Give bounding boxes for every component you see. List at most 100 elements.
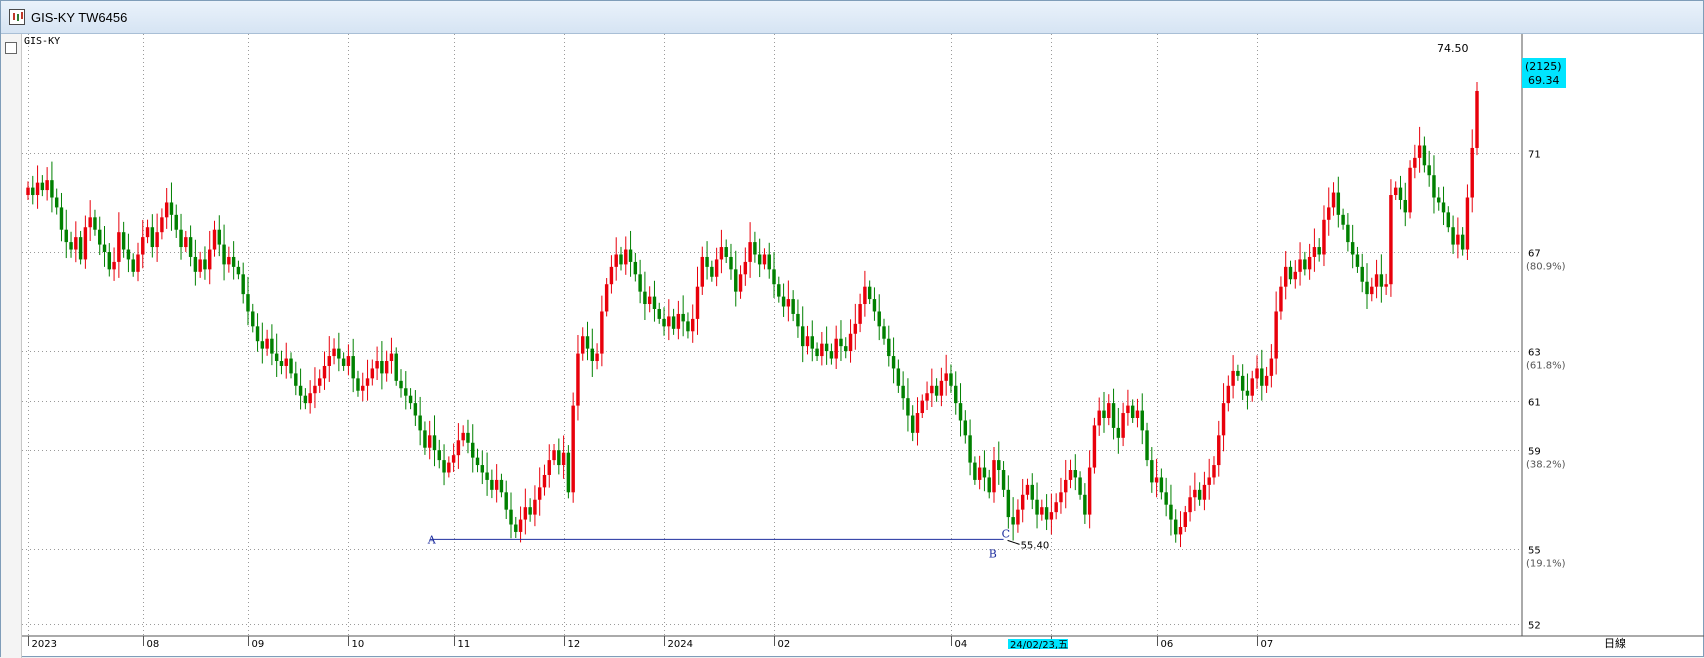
candle-body bbox=[872, 299, 877, 312]
candle-body bbox=[628, 249, 633, 262]
candle-body bbox=[1183, 512, 1188, 527]
candle-body bbox=[676, 313, 681, 329]
time-tick-label: 08 bbox=[147, 639, 160, 649]
candle-body bbox=[475, 457, 480, 466]
candle-body bbox=[208, 249, 212, 270]
candle-body bbox=[212, 229, 217, 250]
candle-body bbox=[1016, 509, 1020, 525]
candle-body bbox=[78, 237, 83, 260]
candle-body bbox=[31, 187, 35, 196]
candle-body bbox=[241, 274, 245, 295]
candle-body bbox=[370, 368, 375, 379]
candle-body bbox=[260, 341, 265, 349]
candle-body bbox=[1307, 256, 1312, 270]
candle-body bbox=[781, 296, 786, 307]
candle-body bbox=[514, 524, 518, 532]
candle-body bbox=[824, 343, 829, 352]
candle-body bbox=[59, 207, 64, 230]
candle-body bbox=[251, 311, 255, 327]
candle-body bbox=[1451, 227, 1455, 245]
candle-body bbox=[1331, 192, 1336, 208]
candle-body bbox=[1044, 507, 1049, 520]
candle-body bbox=[1035, 499, 1039, 515]
window-titlebar[interactable]: GIS-KY TW6456 bbox=[1, 1, 1703, 34]
price-tick-label: 55 bbox=[1528, 546, 1541, 557]
candle-body bbox=[169, 202, 174, 215]
candle-body bbox=[499, 479, 504, 493]
candle-body bbox=[193, 256, 198, 272]
candle-body bbox=[160, 217, 164, 233]
candle-body bbox=[609, 266, 614, 285]
candle-body bbox=[882, 326, 886, 339]
candle-body bbox=[1432, 175, 1436, 198]
candle-body bbox=[356, 378, 360, 391]
candle-body bbox=[1221, 403, 1226, 436]
time-tick-label: 12 bbox=[568, 639, 581, 649]
candle-body bbox=[891, 356, 896, 369]
candle-body bbox=[1097, 410, 1101, 426]
candle-body bbox=[432, 435, 437, 451]
candle-body bbox=[863, 286, 867, 305]
candle-body bbox=[136, 254, 140, 272]
candle-body bbox=[255, 326, 260, 342]
candle-body bbox=[1475, 90, 1479, 148]
candle-body bbox=[1030, 484, 1034, 500]
candle-body bbox=[480, 465, 485, 473]
candle-body bbox=[509, 509, 513, 525]
candle-body bbox=[1408, 167, 1412, 213]
candle-body bbox=[394, 353, 398, 381]
candle-body bbox=[404, 388, 408, 396]
candle-body bbox=[50, 180, 54, 198]
candlestick-chart[interactable]: 55.40 A BC 71 67 (80.9%) 63 (61.8%) 61 59 (38.2%)… bbox=[22, 34, 1704, 649]
candle-body bbox=[1226, 385, 1231, 404]
candle-body bbox=[399, 380, 403, 389]
candle-body bbox=[906, 398, 910, 416]
candle-body bbox=[638, 274, 642, 292]
candle-body bbox=[1269, 358, 1274, 376]
candle-body bbox=[1250, 378, 1254, 396]
candle-body bbox=[671, 316, 676, 329]
candle-body bbox=[303, 395, 308, 404]
candle-body bbox=[595, 353, 599, 362]
candle-body bbox=[1393, 187, 1398, 196]
candle-body bbox=[934, 385, 939, 396]
candle-body bbox=[1370, 286, 1374, 295]
candle-body bbox=[270, 338, 274, 354]
candle-body bbox=[614, 254, 618, 267]
candle-body bbox=[1398, 187, 1403, 200]
candle-body bbox=[695, 286, 700, 319]
candle-body bbox=[887, 338, 891, 357]
time-tick-label: 10 bbox=[352, 639, 365, 649]
candle-body bbox=[1317, 247, 1321, 255]
support-pointer bbox=[1007, 539, 1020, 545]
candle-body bbox=[1073, 470, 1078, 478]
candle-body bbox=[1341, 214, 1345, 225]
candle-body bbox=[1025, 484, 1030, 495]
candle-body bbox=[384, 361, 389, 374]
candle-body bbox=[26, 187, 30, 196]
candle-body bbox=[98, 229, 102, 245]
candle-body bbox=[547, 460, 551, 475]
timeframe-label[interactable]: 日線 bbox=[1604, 636, 1626, 649]
candle-body bbox=[552, 450, 556, 461]
candle-body bbox=[227, 256, 231, 265]
candle-body bbox=[1092, 425, 1097, 468]
candle-body bbox=[600, 311, 604, 354]
candle-body bbox=[145, 227, 150, 238]
candle-body bbox=[1054, 502, 1058, 513]
candle-body bbox=[265, 338, 269, 349]
price-tick-label: 61 bbox=[1528, 398, 1541, 409]
candle-body bbox=[1413, 157, 1417, 168]
candle-body bbox=[246, 294, 250, 312]
candle-body bbox=[1121, 413, 1125, 438]
candle-body bbox=[380, 361, 384, 374]
candle-body bbox=[1260, 368, 1264, 386]
candle-body bbox=[1437, 197, 1441, 203]
candle-body bbox=[413, 403, 418, 416]
square-icon[interactable] bbox=[5, 42, 17, 54]
candle-body bbox=[643, 291, 647, 305]
time-tick-label: 2023 bbox=[32, 639, 57, 649]
candle-body bbox=[54, 197, 59, 208]
candle-body bbox=[1145, 430, 1149, 461]
candle-body bbox=[1293, 271, 1297, 280]
